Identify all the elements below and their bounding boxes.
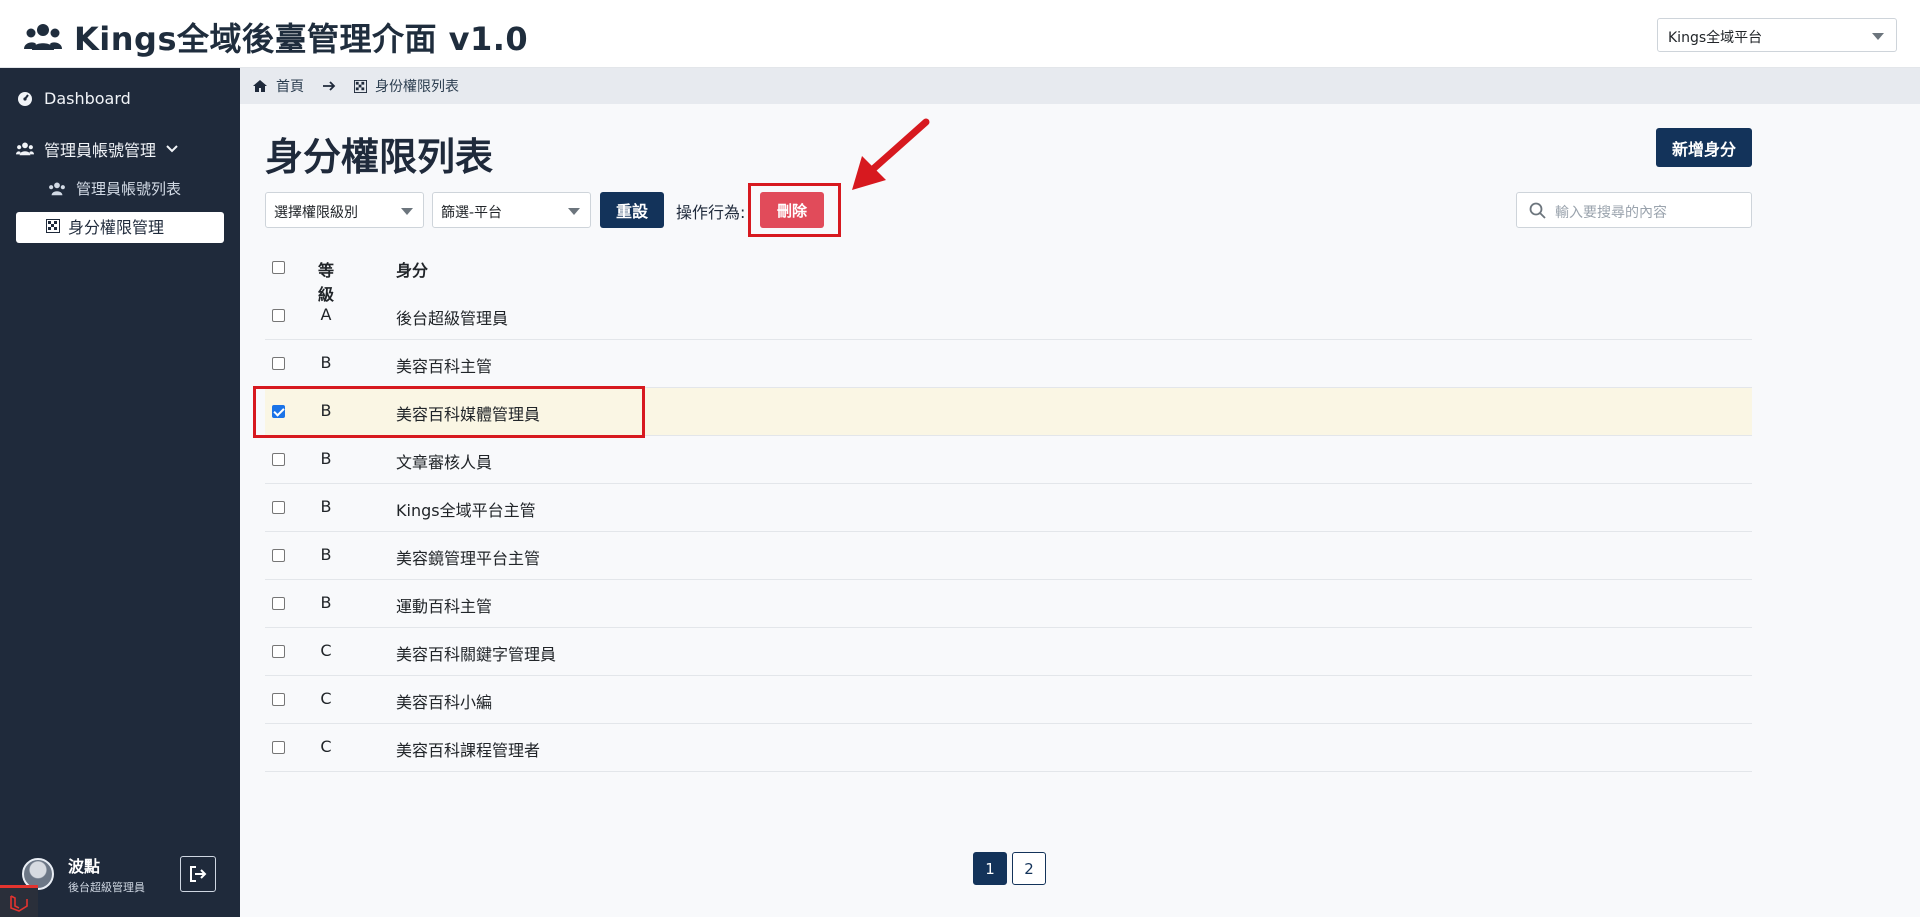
chevron-down-icon bbox=[568, 208, 580, 215]
table-row[interactable]: C 美容百科關鍵字管理員 bbox=[265, 628, 1752, 676]
pagination-page[interactable]: 2 bbox=[1012, 852, 1046, 885]
chevron-down-icon bbox=[1872, 33, 1884, 40]
user-name: 波點 bbox=[68, 857, 101, 876]
sidebar-item-admin-accounts[interactable]: 管理員帳號管理 bbox=[16, 137, 178, 161]
row-level: B bbox=[320, 401, 332, 420]
row-role: 美容百科關鍵字管理員 bbox=[396, 645, 557, 664]
platform-select[interactable]: Kings全域平台 bbox=[1657, 18, 1897, 52]
select-all-checkbox[interactable] bbox=[272, 261, 285, 274]
app-title: Kings全域後臺管理介面 v1.0 bbox=[74, 20, 529, 58]
top-bar: Kings全域後臺管理介面 v1.0 Kings全域平台 bbox=[0, 0, 1920, 68]
chevron-down-icon bbox=[401, 208, 413, 215]
brand: Kings全域後臺管理介面 v1.0 bbox=[24, 14, 528, 60]
row-checkbox[interactable] bbox=[272, 453, 285, 466]
sidebar-item-label: Dashboard bbox=[44, 89, 131, 108]
row-level: A bbox=[320, 305, 332, 324]
row-role: 美容百科小編 bbox=[396, 693, 493, 712]
row-checkbox[interactable] bbox=[272, 309, 285, 322]
user-role: 後台超級管理員 bbox=[68, 881, 145, 894]
chevron-down-icon bbox=[166, 145, 178, 153]
row-level: C bbox=[320, 737, 332, 756]
table-row[interactable]: C 美容百科小編 bbox=[265, 676, 1752, 724]
row-level: C bbox=[320, 689, 332, 708]
row-checkbox[interactable] bbox=[272, 405, 285, 418]
platform-select-value: Kings全域平台 bbox=[1668, 30, 1763, 46]
row-role: 美容百科媒體管理員 bbox=[396, 405, 541, 424]
table-row[interactable]: B 文章審核人員 bbox=[265, 436, 1752, 484]
row-checkbox[interactable] bbox=[272, 597, 285, 610]
sidebar-item-role-management[interactable]: 身分權限管理 bbox=[16, 212, 224, 243]
row-checkbox[interactable] bbox=[272, 357, 285, 370]
table-row[interactable]: A 後台超級管理員 bbox=[265, 292, 1752, 340]
roles-table: 等級 身分 A 後台超級管理員 B 美容百科主管 B 美容百科媒體管理員 B 文… bbox=[265, 244, 1752, 772]
search-placeholder: 輸入要搜尋的內容 bbox=[1555, 205, 1667, 221]
home-icon bbox=[253, 80, 267, 92]
row-role: 美容百科課程管理者 bbox=[396, 741, 541, 760]
row-level: B bbox=[320, 545, 332, 564]
user-profile: 波點 後台超級管理員 bbox=[22, 853, 145, 895]
users-icon bbox=[49, 182, 65, 195]
platform-filter-value: 篩選-平台 bbox=[441, 205, 503, 221]
table-header-row: 等級 身分 bbox=[265, 244, 1752, 304]
page-title: 身分權限列表 bbox=[265, 135, 494, 179]
breadcrumb-home[interactable]: 首頁 bbox=[276, 76, 304, 96]
row-role: 美容鏡管理平台主管 bbox=[396, 549, 541, 568]
delete-button[interactable]: 刪除 bbox=[760, 192, 824, 228]
row-checkbox[interactable] bbox=[272, 741, 285, 754]
logout-button[interactable] bbox=[180, 856, 216, 892]
users-icon bbox=[24, 24, 62, 50]
row-checkbox[interactable] bbox=[272, 501, 285, 514]
row-role: 後台超級管理員 bbox=[396, 309, 509, 328]
grid-icon bbox=[354, 79, 367, 93]
row-checkbox[interactable] bbox=[272, 645, 285, 658]
sidebar-item-dashboard[interactable]: Dashboard bbox=[16, 89, 131, 108]
sidebar-item-label: 身分權限管理 bbox=[68, 218, 165, 237]
breadcrumb-current: 身份權限列表 bbox=[375, 79, 459, 95]
table-row[interactable]: B Kings全域平台主管 bbox=[265, 484, 1752, 532]
laravel-debug-badge[interactable] bbox=[0, 885, 38, 917]
row-level: B bbox=[320, 497, 332, 516]
laravel-icon bbox=[10, 894, 28, 912]
level-filter-select[interactable]: 選擇權限級別 bbox=[265, 192, 424, 228]
breadcrumb: 首頁 身份權限列表 bbox=[240, 68, 1920, 104]
sidebar-item-admin-list[interactable]: 管理員帳號列表 bbox=[48, 178, 181, 199]
table-row[interactable]: C 美容百科課程管理者 bbox=[265, 724, 1752, 772]
row-level: B bbox=[320, 449, 332, 468]
users-icon bbox=[16, 142, 34, 156]
row-role: 美容百科主管 bbox=[396, 357, 493, 376]
add-role-button[interactable]: 新增身分 bbox=[1656, 128, 1752, 167]
row-level: B bbox=[320, 593, 332, 612]
table-row[interactable]: B 運動百科主管 bbox=[265, 580, 1752, 628]
column-header-role: 身分 bbox=[396, 261, 429, 280]
row-role: 運動百科主管 bbox=[396, 597, 493, 616]
arrow-right-icon bbox=[323, 81, 336, 91]
search-icon bbox=[1529, 202, 1546, 219]
level-filter-value: 選擇權限級別 bbox=[274, 205, 358, 221]
platform-filter-select[interactable]: 篩選-平台 bbox=[432, 192, 591, 228]
search-input[interactable]: 輸入要搜尋的內容 bbox=[1516, 192, 1752, 228]
pagination-page[interactable]: 1 bbox=[973, 852, 1007, 885]
logout-icon bbox=[190, 866, 207, 882]
row-checkbox[interactable] bbox=[272, 549, 285, 562]
reset-button[interactable]: 重設 bbox=[600, 192, 664, 228]
sidebar: Dashboard 管理員帳號管理 管理員帳號列表 身分權限管理 波點 後台超級… bbox=[0, 68, 240, 917]
row-level: C bbox=[320, 641, 332, 660]
sidebar-item-label: 管理員帳號管理 bbox=[44, 141, 157, 160]
table-row[interactable]: B 美容鏡管理平台主管 bbox=[265, 532, 1752, 580]
table-row[interactable]: B 美容百科媒體管理員 bbox=[265, 388, 1752, 436]
dashboard-icon bbox=[18, 91, 32, 106]
grid-icon bbox=[46, 219, 60, 233]
row-level: B bbox=[320, 353, 332, 372]
row-checkbox[interactable] bbox=[272, 693, 285, 706]
table-row[interactable]: B 美容百科主管 bbox=[265, 340, 1752, 388]
sidebar-item-label: 管理員帳號列表 bbox=[76, 180, 182, 198]
row-role: 文章審核人員 bbox=[396, 453, 493, 472]
annotation-arrow-icon bbox=[852, 118, 930, 190]
row-role: Kings全域平台主管 bbox=[396, 501, 536, 520]
action-label: 操作行為: bbox=[676, 203, 746, 222]
